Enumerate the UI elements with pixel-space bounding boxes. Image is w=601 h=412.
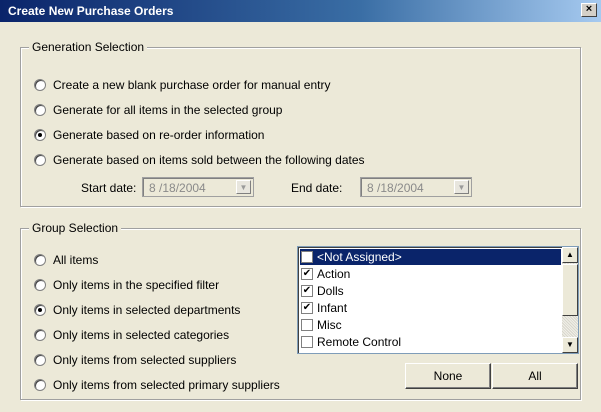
list-item[interactable]: ✔ Action xyxy=(300,266,561,282)
close-icon: × xyxy=(585,3,593,15)
radio-group-primary-suppliers-label: Only items from selected primary supplie… xyxy=(53,378,280,392)
department-list[interactable]: <Not Assigned> ✔ Action ✔ Dolls ✔ Infant… xyxy=(297,246,579,354)
start-date-dropdown-icon[interactable]: ▼ xyxy=(236,180,251,194)
list-item[interactable]: <Not Assigned> xyxy=(300,249,561,265)
radio-group-filter-indicator[interactable] xyxy=(34,279,46,291)
list-item-label: Infant xyxy=(317,301,348,315)
end-date-label: End date: xyxy=(291,181,343,195)
list-item-label: Action xyxy=(317,267,351,281)
radio-group-all-items-label: All items xyxy=(53,253,99,267)
end-date-picker[interactable]: 8 /18/2004 ▼ xyxy=(360,177,472,197)
radio-group-categories-indicator[interactable] xyxy=(34,329,46,341)
radio-group-filter-label: Only items in the specified filter xyxy=(53,278,220,292)
scroll-up-icon[interactable]: ▲ xyxy=(562,247,578,263)
generation-selection-group: Generation Selection Create a new blank … xyxy=(20,40,581,207)
none-button[interactable]: None xyxy=(405,363,491,389)
radio-group-departments-label: Only items in selected departments xyxy=(53,303,241,317)
list-item-checkbox[interactable] xyxy=(301,319,313,331)
list-item-label: Remote Control xyxy=(317,335,402,349)
list-item-label: Misc xyxy=(317,318,342,332)
radio-blank-po-indicator[interactable] xyxy=(34,79,46,91)
radio-reorder-info-indicator[interactable] xyxy=(34,129,46,141)
list-item-label: <Not Assigned> xyxy=(317,250,402,264)
list-item-checkbox[interactable] xyxy=(301,336,313,348)
radio-items-sold-dates-indicator[interactable] xyxy=(34,154,46,166)
end-date-value: 8 /18/2004 xyxy=(367,181,424,195)
start-date-picker[interactable]: 8 /18/2004 ▼ xyxy=(142,177,254,197)
list-item[interactable]: ✔ Dolls xyxy=(300,283,561,299)
radio-group-primary-suppliers-indicator[interactable] xyxy=(34,379,46,391)
radio-reorder-info-label: Generate based on re-order information xyxy=(53,128,265,142)
radio-all-items-group-label: Generate for all items in the selected g… xyxy=(53,103,283,117)
radio-group-suppliers-label: Only items from selected suppliers xyxy=(53,353,237,367)
scroll-thumb[interactable] xyxy=(562,264,578,316)
radio-group-all-items-indicator[interactable] xyxy=(34,254,46,266)
title-bar: Create New Purchase Orders × xyxy=(0,0,601,22)
list-item-checkbox[interactable]: ✔ xyxy=(301,268,313,280)
generation-selection-legend: Generation Selection xyxy=(29,40,148,54)
list-scrollbar[interactable]: ▲ ▼ xyxy=(562,247,578,353)
all-button[interactable]: All xyxy=(492,363,578,389)
list-item-checkbox[interactable]: ✔ xyxy=(301,302,313,314)
radio-items-sold-dates-label: Generate based on items sold between the… xyxy=(53,153,365,167)
radio-group-departments-indicator[interactable] xyxy=(34,304,46,316)
close-button[interactable]: × xyxy=(581,3,597,17)
create-purchase-orders-dialog: Create New Purchase Orders × Generation … xyxy=(0,0,601,412)
list-item-label: Dolls xyxy=(317,284,344,298)
list-item-checkbox[interactable]: ✔ xyxy=(301,285,313,297)
list-item[interactable]: ✔ Infant xyxy=(300,300,561,316)
start-date-value: 8 /18/2004 xyxy=(149,181,206,195)
radio-group-categories-label: Only items in selected categories xyxy=(53,328,230,342)
radio-blank-po-label: Create a new blank purchase order for ma… xyxy=(53,78,331,92)
end-date-dropdown-icon[interactable]: ▼ xyxy=(454,180,469,194)
list-item-checkbox[interactable] xyxy=(301,251,313,263)
radio-all-items-group-indicator[interactable] xyxy=(34,104,46,116)
list-item[interactable]: Misc xyxy=(300,317,561,333)
window-title: Create New Purchase Orders xyxy=(8,4,174,18)
start-date-label: Start date: xyxy=(81,181,137,195)
list-item[interactable]: Remote Control xyxy=(300,334,561,350)
scroll-down-icon[interactable]: ▼ xyxy=(562,337,578,353)
radio-group-suppliers-indicator[interactable] xyxy=(34,354,46,366)
group-selection-legend: Group Selection xyxy=(29,221,122,235)
